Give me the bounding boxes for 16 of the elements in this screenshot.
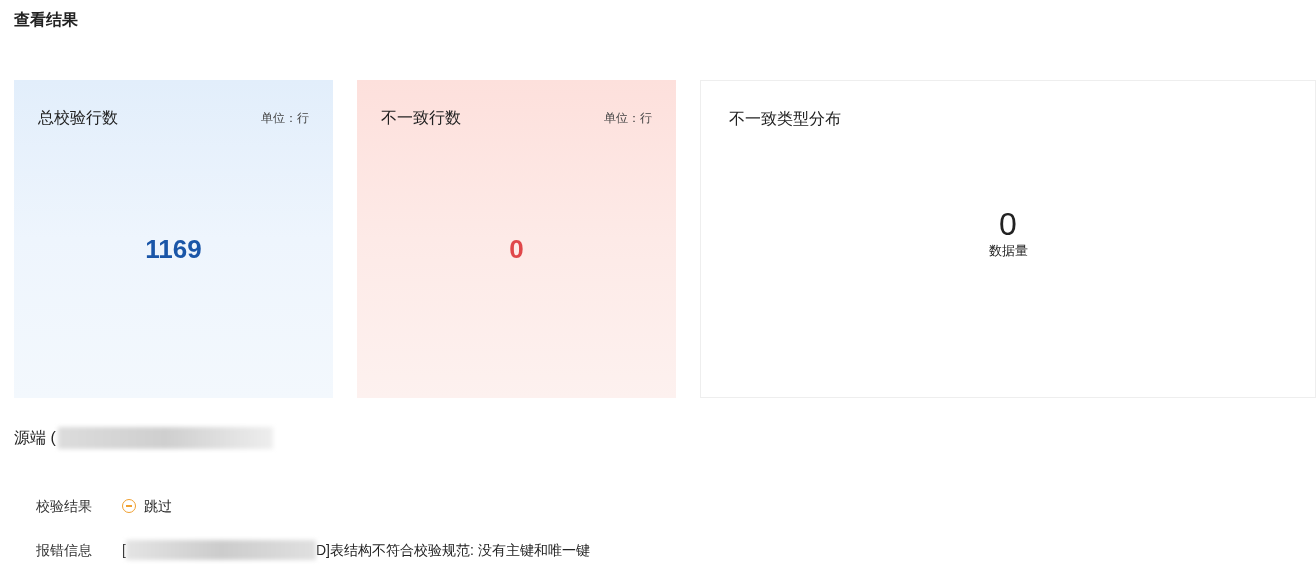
- page-title: 查看结果: [14, 10, 79, 30]
- card-title: 不一致行数: [381, 108, 461, 128]
- section-title: 源端 (: [14, 428, 56, 448]
- unit-label: 单位：行: [261, 110, 309, 127]
- empty-caption: 数据量: [988, 242, 1028, 260]
- card-title: 不一致类型分布: [729, 109, 841, 129]
- status-text: 跳过: [144, 496, 172, 516]
- empty-value: 0: [999, 207, 1017, 241]
- error-text: [: [122, 540, 126, 560]
- error-text: D]表结构不符合校验规范: 没有主键和唯一键: [315, 540, 590, 560]
- unit-label: 单位：行: [604, 110, 652, 127]
- stat-value: 0: [508, 233, 525, 266]
- field-label: 报错信息: [36, 540, 93, 560]
- card-title: 总校验行数: [38, 108, 118, 128]
- field-label: 校验结果: [36, 496, 93, 516]
- stat-value: 1169: [144, 233, 203, 266]
